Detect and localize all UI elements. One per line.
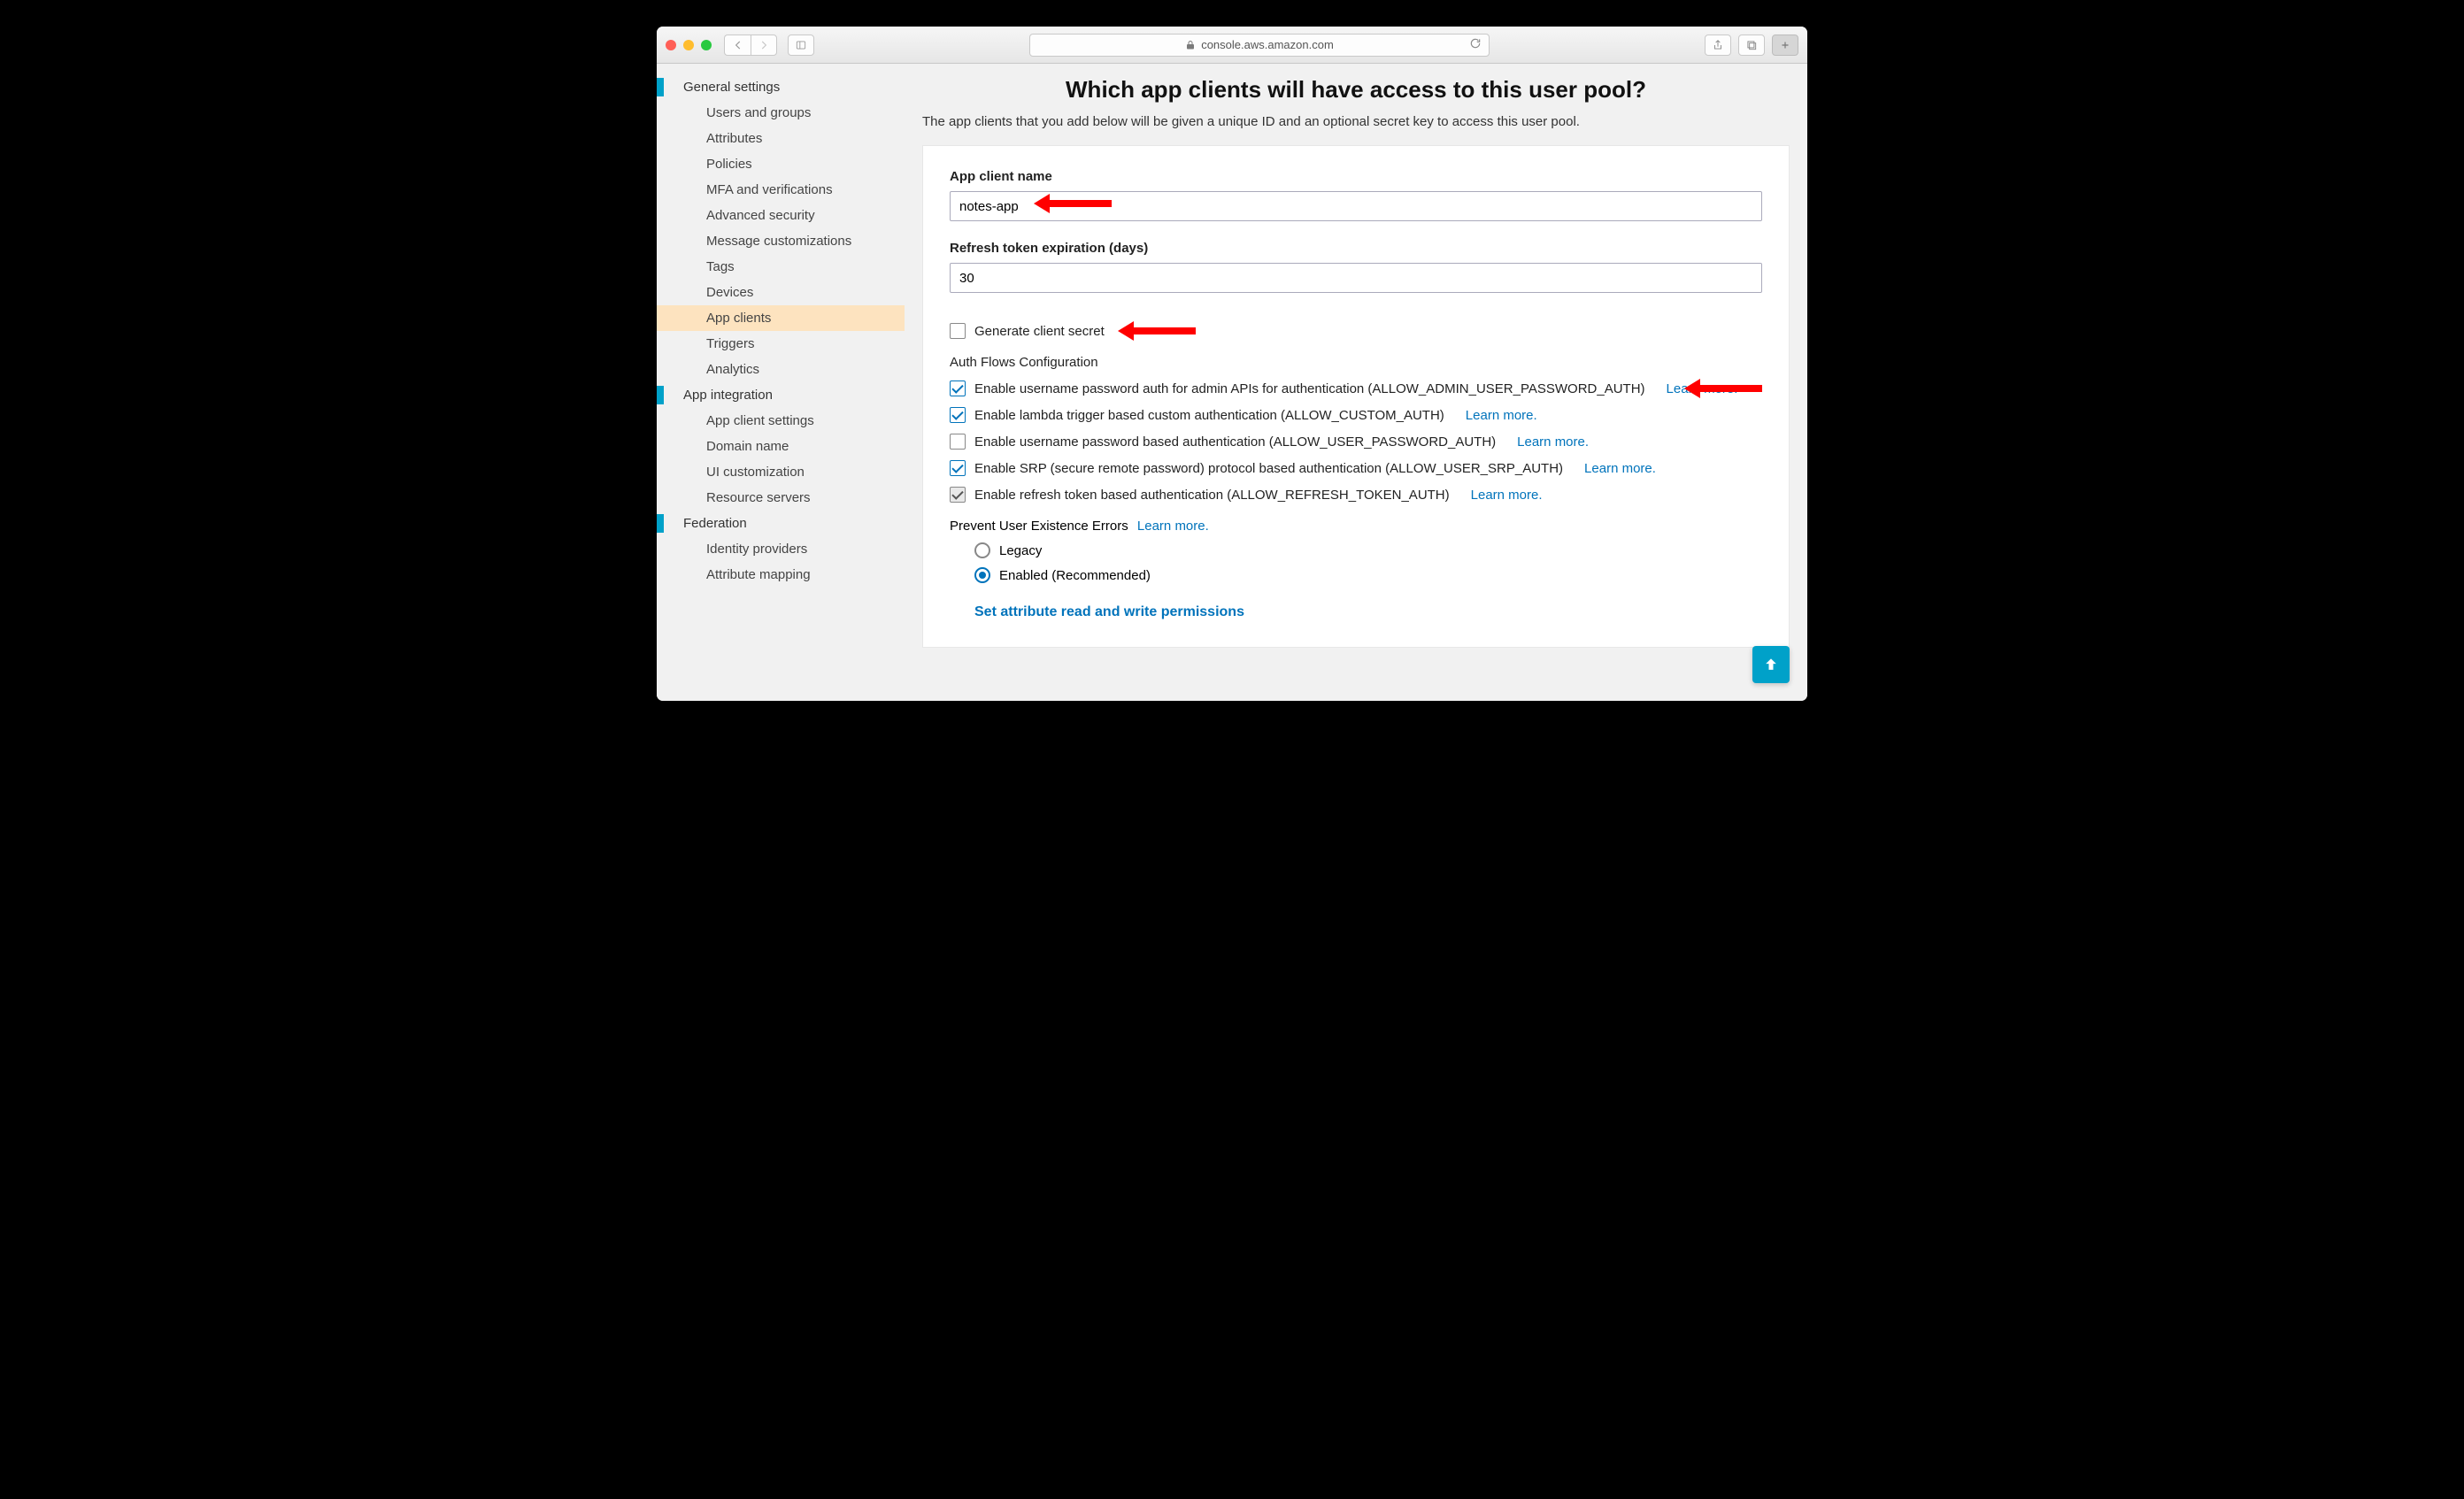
- app-client-name-input[interactable]: [950, 191, 1762, 221]
- sidebar-item-app-client-settings[interactable]: App client settings: [657, 408, 905, 434]
- sidebar-toggle-button[interactable]: [788, 35, 814, 56]
- browser-right-tools: [1705, 35, 1798, 56]
- app-client-panel: App client name Refresh token expiration…: [922, 145, 1790, 648]
- sidebar-item-mfa-and-verifications[interactable]: MFA and verifications: [657, 177, 905, 203]
- learn-more-link[interactable]: Learn more.: [1471, 488, 1543, 503]
- auth-flow-checkbox[interactable]: [950, 407, 966, 423]
- scroll-to-top-button[interactable]: [1752, 646, 1790, 683]
- page-title: Which app clients will have access to th…: [922, 76, 1790, 104]
- page-content: General settingsUsers and groupsAttribut…: [657, 64, 1807, 701]
- prevent-option-radio[interactable]: [974, 567, 990, 583]
- chevron-right-icon: [758, 39, 770, 51]
- auth-flow-checkbox[interactable]: [950, 460, 966, 476]
- generate-secret-checkbox[interactable]: [950, 323, 966, 339]
- auth-flow-checkbox[interactable]: [950, 434, 966, 450]
- auth-flow-row: Enable username password based authentic…: [950, 434, 1762, 450]
- generate-secret-label: Generate client secret: [974, 324, 1105, 339]
- arrow-up-icon: [1762, 656, 1780, 673]
- sidebar-item-triggers[interactable]: Triggers: [657, 331, 905, 357]
- prevent-option-row: Legacy: [974, 542, 1762, 558]
- share-icon: [1712, 39, 1724, 51]
- minimize-window-icon[interactable]: [683, 40, 694, 50]
- reload-icon: [1469, 37, 1482, 50]
- nav-buttons: [724, 35, 777, 56]
- prevent-option-label: Legacy: [999, 543, 1042, 558]
- sidebar-group-federation[interactable]: Federation: [657, 511, 905, 536]
- sidebar-item-tags[interactable]: Tags: [657, 254, 905, 280]
- sidebar-item-users-and-groups[interactable]: Users and groups: [657, 100, 905, 126]
- sidebar-item-message-customizations[interactable]: Message customizations: [657, 228, 905, 254]
- lock-icon: [1185, 40, 1196, 50]
- auth-flow-checkbox[interactable]: [950, 381, 966, 396]
- auth-flow-row: Enable username password auth for admin …: [950, 381, 1762, 396]
- auth-flow-label: Enable lambda trigger based custom authe…: [974, 408, 1444, 423]
- prevent-learn-more-link[interactable]: Learn more.: [1137, 519, 1209, 534]
- sidebar-item-attributes[interactable]: Attributes: [657, 126, 905, 151]
- close-window-icon[interactable]: [666, 40, 676, 50]
- url-text: console.aws.amazon.com: [1201, 38, 1334, 51]
- prevent-option-label: Enabled (Recommended): [999, 568, 1151, 583]
- sidebar-item-domain-name[interactable]: Domain name: [657, 434, 905, 459]
- browser-toolbar: console.aws.amazon.com: [657, 27, 1807, 64]
- prevent-option-radio[interactable]: [974, 542, 990, 558]
- prevent-options: Legacy Enabled (Recommended): [950, 542, 1762, 583]
- new-tab-button[interactable]: [1772, 35, 1798, 56]
- sidebar-group-general-settings[interactable]: General settings: [657, 74, 905, 100]
- sidebar-item-advanced-security[interactable]: Advanced security: [657, 203, 905, 228]
- sidebar-item-analytics[interactable]: Analytics: [657, 357, 905, 382]
- auth-flows-list: Enable username password auth for admin …: [950, 381, 1762, 503]
- window-controls: [666, 40, 712, 50]
- chevron-left-icon: [732, 39, 744, 51]
- prevent-option-row: Enabled (Recommended): [974, 567, 1762, 583]
- sidebar-item-ui-customization[interactable]: UI customization: [657, 459, 905, 485]
- app-client-name-label: App client name: [950, 169, 1762, 184]
- tabs-icon: [1745, 39, 1758, 51]
- set-permissions-link[interactable]: Set attribute read and write permissions: [974, 604, 1244, 620]
- auth-flow-checkbox: [950, 487, 966, 503]
- sidebar: General settingsUsers and groupsAttribut…: [657, 64, 905, 701]
- auth-flow-row: Enable SRP (secure remote password) prot…: [950, 460, 1762, 476]
- maximize-window-icon[interactable]: [701, 40, 712, 50]
- tabs-button[interactable]: [1738, 35, 1765, 56]
- learn-more-link[interactable]: Learn more.: [1667, 381, 1738, 396]
- learn-more-link[interactable]: Learn more.: [1517, 434, 1589, 450]
- page-subtitle: The app clients that you add below will …: [922, 114, 1790, 129]
- share-button[interactable]: [1705, 35, 1731, 56]
- learn-more-link[interactable]: Learn more.: [1584, 461, 1656, 476]
- sidebar-item-app-clients[interactable]: App clients: [657, 305, 905, 331]
- refresh-token-label: Refresh token expiration (days): [950, 241, 1762, 256]
- plus-icon: [1779, 39, 1791, 51]
- url-bar[interactable]: console.aws.amazon.com: [1029, 34, 1490, 57]
- sidebar-item-policies[interactable]: Policies: [657, 151, 905, 177]
- forward-button[interactable]: [751, 35, 777, 56]
- browser-window: console.aws.amazon.com General settingsU…: [657, 27, 1807, 701]
- main-panel: Which app clients will have access to th…: [905, 64, 1807, 701]
- sidebar-item-attribute-mapping[interactable]: Attribute mapping: [657, 562, 905, 588]
- sidebar-icon: [795, 39, 807, 51]
- reload-button[interactable]: [1469, 37, 1482, 52]
- auth-flows-header: Auth Flows Configuration: [950, 355, 1762, 370]
- auth-flow-label: Enable username password based authentic…: [974, 434, 1496, 450]
- back-button[interactable]: [724, 35, 751, 56]
- learn-more-link[interactable]: Learn more.: [1466, 408, 1537, 423]
- auth-flow-label: Enable username password auth for admin …: [974, 381, 1645, 396]
- auth-flow-label: Enable refresh token based authenticatio…: [974, 488, 1450, 503]
- sidebar-item-devices[interactable]: Devices: [657, 280, 905, 305]
- auth-flow-row: Enable lambda trigger based custom authe…: [950, 407, 1762, 423]
- annotation-arrow: [1118, 325, 1196, 337]
- prevent-errors-header: Prevent User Existence Errors Learn more…: [950, 519, 1762, 534]
- refresh-token-input[interactable]: [950, 263, 1762, 293]
- auth-flow-label: Enable SRP (secure remote password) prot…: [974, 461, 1563, 476]
- auth-flow-row: Enable refresh token based authenticatio…: [950, 487, 1762, 503]
- sidebar-group-app-integration[interactable]: App integration: [657, 382, 905, 408]
- sidebar-item-resource-servers[interactable]: Resource servers: [657, 485, 905, 511]
- sidebar-item-identity-providers[interactable]: Identity providers: [657, 536, 905, 562]
